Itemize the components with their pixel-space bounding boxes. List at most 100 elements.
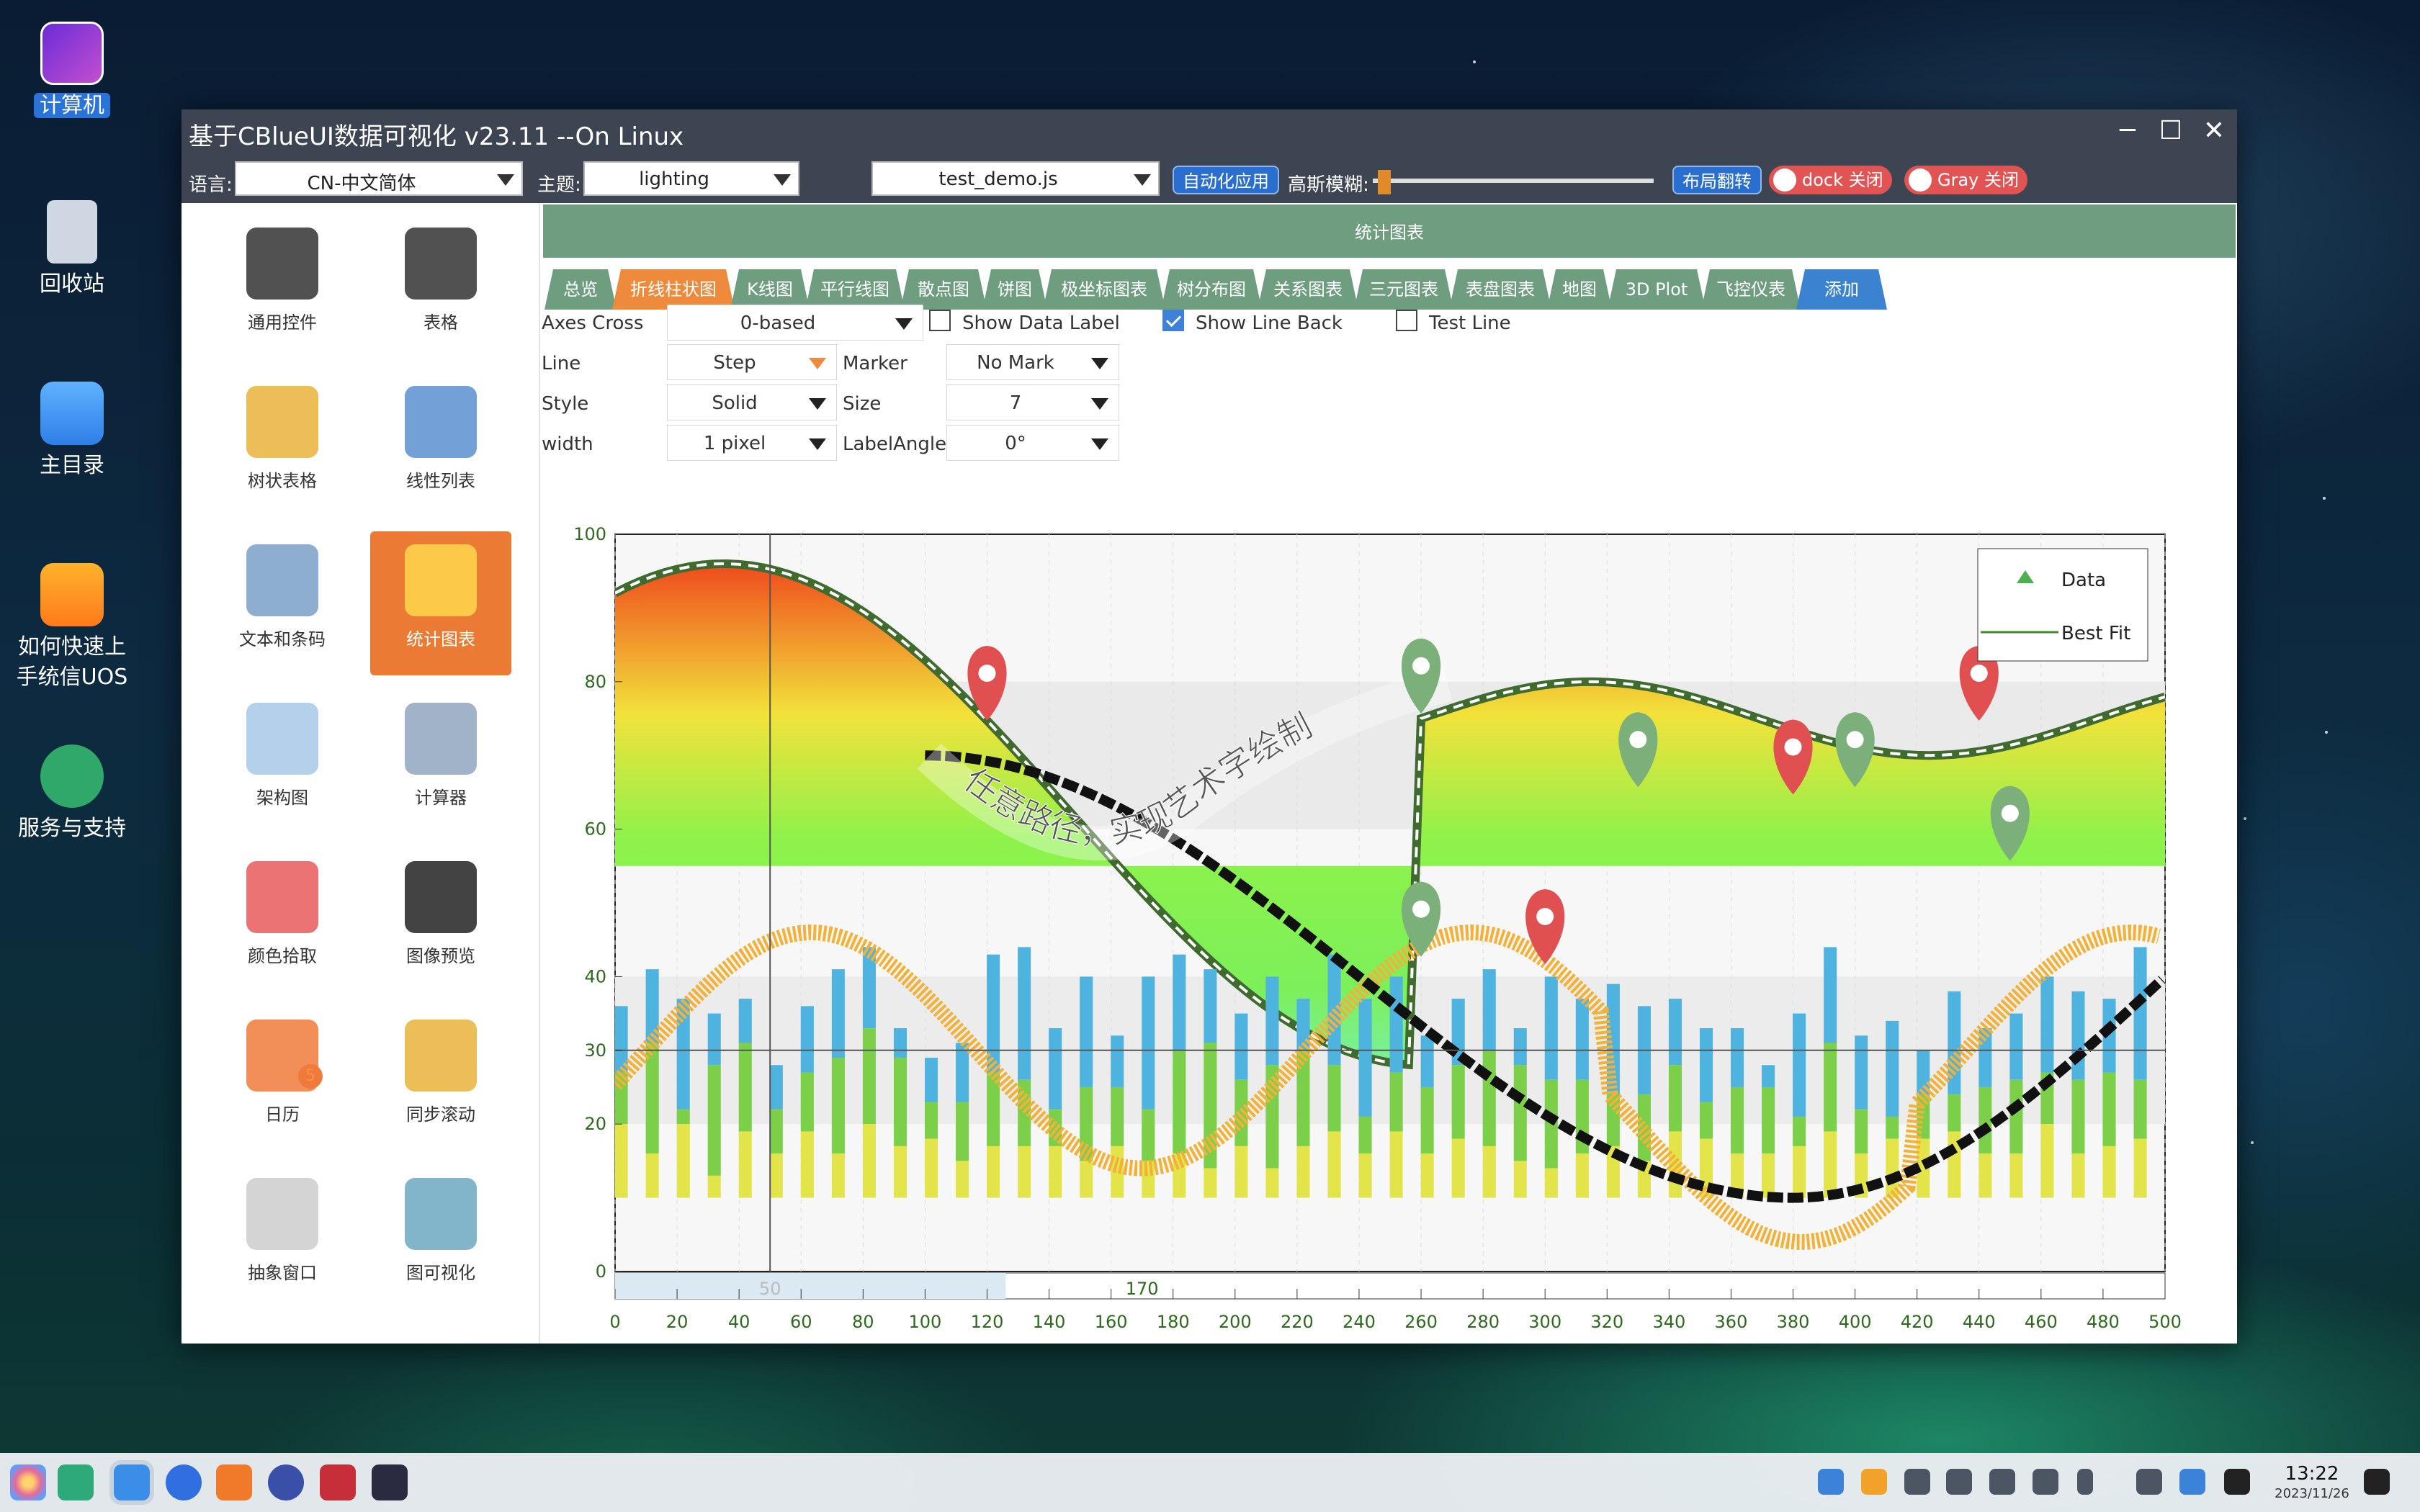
size-select[interactable]: 7: [946, 384, 1119, 420]
chevron-right-icon[interactable]: [2077, 1469, 2093, 1495]
maximize-button[interactable]: ☐: [2154, 115, 2188, 150]
star: [2325, 731, 2328, 734]
bar-green: [707, 1065, 721, 1176]
axes-cross-select[interactable]: 0-based: [667, 305, 923, 341]
theme-select[interactable]: lighting: [583, 161, 799, 196]
settings-icon[interactable]: [268, 1464, 304, 1500]
desktop-icon-computer[interactable]: 计算机: [0, 22, 144, 121]
script-select[interactable]: test_demo.js: [871, 161, 1160, 196]
titlebar: 基于CBlueUI数据可视化 v23.11 --On Linux ─ ☐ ✕: [182, 109, 2237, 156]
sidebar-item-list[interactable]: 线性列表: [370, 373, 511, 517]
x-tick-label: 480: [2087, 1312, 2120, 1332]
line-type-select[interactable]: Step: [667, 344, 837, 380]
sidebar-item-window[interactable]: 抽象窗口: [212, 1165, 353, 1309]
sidebar-item-palette[interactable]: 颜色拾取: [212, 848, 353, 992]
usb-icon[interactable]: [1946, 1469, 1972, 1495]
tab-14[interactable]: 添加: [1796, 269, 1887, 310]
y-tick-label: 100: [573, 524, 606, 544]
bar-blue: [1482, 969, 1496, 1050]
blur-slider[interactable]: [1373, 170, 1654, 194]
desktop-icon-uos-guide[interactable]: 如何快速上 手统信UOS: [0, 563, 144, 693]
bar-green: [893, 1058, 908, 1146]
sidebar-item-label: 线性列表: [406, 471, 475, 491]
desktop-icon-home[interactable]: 主目录: [0, 382, 144, 481]
tab-11[interactable]: 地图: [1547, 269, 1612, 310]
tab-13[interactable]: 飞控仪表: [1701, 269, 1801, 310]
sidebar-item-code[interactable]: 通用控件: [212, 215, 353, 359]
tab-2[interactable]: K线图: [730, 269, 810, 310]
scroll-thumb: [615, 1273, 1006, 1299]
tab-4[interactable]: 散点图: [900, 269, 987, 310]
tab-12[interactable]: 3D Plot: [1608, 269, 1706, 310]
dock-toggle[interactable]: dock 关闭: [1769, 166, 1892, 194]
sidebar-item-board[interactable]: 架构图: [212, 690, 353, 834]
window-title: 基于CBlueUI数据可视化 v23.11 --On Linux: [189, 122, 684, 151]
x-tick-label: 500: [2148, 1312, 2182, 1332]
keyboard-icon[interactable]: [1904, 1469, 1930, 1495]
label-angle-select[interactable]: 0°: [946, 425, 1119, 461]
minimize-button[interactable]: ─: [2110, 115, 2145, 150]
volume-mute-icon[interactable]: [1989, 1469, 2015, 1495]
network-icon[interactable]: [2179, 1469, 2205, 1495]
launcher-icon[interactable]: [10, 1464, 46, 1500]
clock[interactable]: 13:22 2023/11/26: [2269, 1463, 2355, 1501]
x-tick-label: 380: [1777, 1312, 1810, 1332]
tab-9[interactable]: 三元图表: [1354, 269, 1453, 310]
shield-icon[interactable]: [1818, 1469, 1844, 1495]
y-tick-label: 40: [584, 966, 606, 986]
sidebar-item-label: 统计图表: [406, 629, 475, 649]
sidebar-item-tree[interactable]: 树状表格: [212, 373, 353, 517]
pin-center: [1412, 900, 1430, 918]
browser-icon[interactable]: [166, 1464, 202, 1500]
x-tick-label: 260: [1404, 1312, 1438, 1332]
line-bar-chart[interactable]: 任意路径，实现艺术字绘制DataBest Fit0203040608010050…: [540, 518, 2233, 1339]
show-line-back-checkbox[interactable]: [1162, 310, 1184, 331]
notification-bell-icon[interactable]: [2364, 1469, 2390, 1495]
desktop-icon-trash[interactable]: 回收站: [0, 200, 144, 300]
search-icon[interactable]: [2136, 1469, 2162, 1495]
tab-0[interactable]: 总览: [544, 269, 617, 310]
style-select[interactable]: Solid: [667, 384, 837, 420]
gray-toggle[interactable]: Gray 关闭: [1904, 166, 2028, 194]
sidebar-item-image[interactable]: 图像预览: [370, 848, 511, 992]
tab-10[interactable]: 表盘图表: [1449, 269, 1551, 310]
tab-8[interactable]: 关系图表: [1258, 269, 1358, 310]
sidebar-item-table[interactable]: 表格: [370, 215, 511, 359]
language-select[interactable]: CN-中文简体: [235, 161, 523, 196]
sidebar-item-chart[interactable]: 统计图表: [370, 531, 511, 675]
bar-yellow: [1234, 1146, 1248, 1198]
sidebar-item-sync[interactable]: 同步滚动: [370, 1007, 511, 1151]
test-line-checkbox[interactable]: [1396, 310, 1417, 331]
show-data-label-checkbox[interactable]: [929, 310, 951, 331]
tab-3[interactable]: 平行线图: [805, 269, 905, 310]
bar-blue: [1265, 976, 1279, 1066]
auto-apply-button[interactable]: 自动化应用: [1173, 166, 1279, 194]
close-button[interactable]: ✕: [2197, 115, 2231, 150]
app-active-icon[interactable]: [372, 1464, 408, 1500]
sidebar-item-graph[interactable]: 图可视化: [370, 1165, 511, 1309]
sidebar-item-calculator[interactable]: 计算器: [370, 690, 511, 834]
marker-select[interactable]: No Mark: [946, 344, 1119, 380]
sidebar-item-calendar[interactable]: 5日历: [212, 1007, 353, 1151]
sidebar-item-text[interactable]: 文本和条码: [212, 531, 353, 675]
image-icon: [405, 861, 477, 933]
width-select[interactable]: 1 pixel: [667, 425, 837, 461]
multitask-icon[interactable]: [58, 1464, 94, 1500]
tab-1[interactable]: 折线柱状图: [612, 269, 735, 310]
slider-thumb[interactable]: [1378, 170, 1392, 194]
app-store-icon[interactable]: [216, 1464, 252, 1500]
power-icon[interactable]: [2224, 1469, 2250, 1495]
layout-flip-button[interactable]: 布局翻转: [1672, 166, 1762, 194]
x-tick-label: 400: [1839, 1312, 1872, 1332]
tab-5[interactable]: 饼图: [982, 269, 1047, 310]
update-icon[interactable]: [1861, 1469, 1887, 1495]
tab-6[interactable]: 极坐标图表: [1043, 269, 1165, 310]
desktop-icon-support[interactable]: 服务与支持: [0, 744, 144, 844]
terminal-icon[interactable]: [320, 1464, 356, 1500]
bar-yellow: [2009, 1153, 2023, 1198]
file-manager-icon[interactable]: [109, 1460, 154, 1505]
bar-blue: [1886, 1020, 1899, 1117]
tab-7[interactable]: 树分布图: [1161, 269, 1262, 310]
pen-icon[interactable]: [2033, 1469, 2058, 1495]
table-icon: [405, 228, 477, 300]
